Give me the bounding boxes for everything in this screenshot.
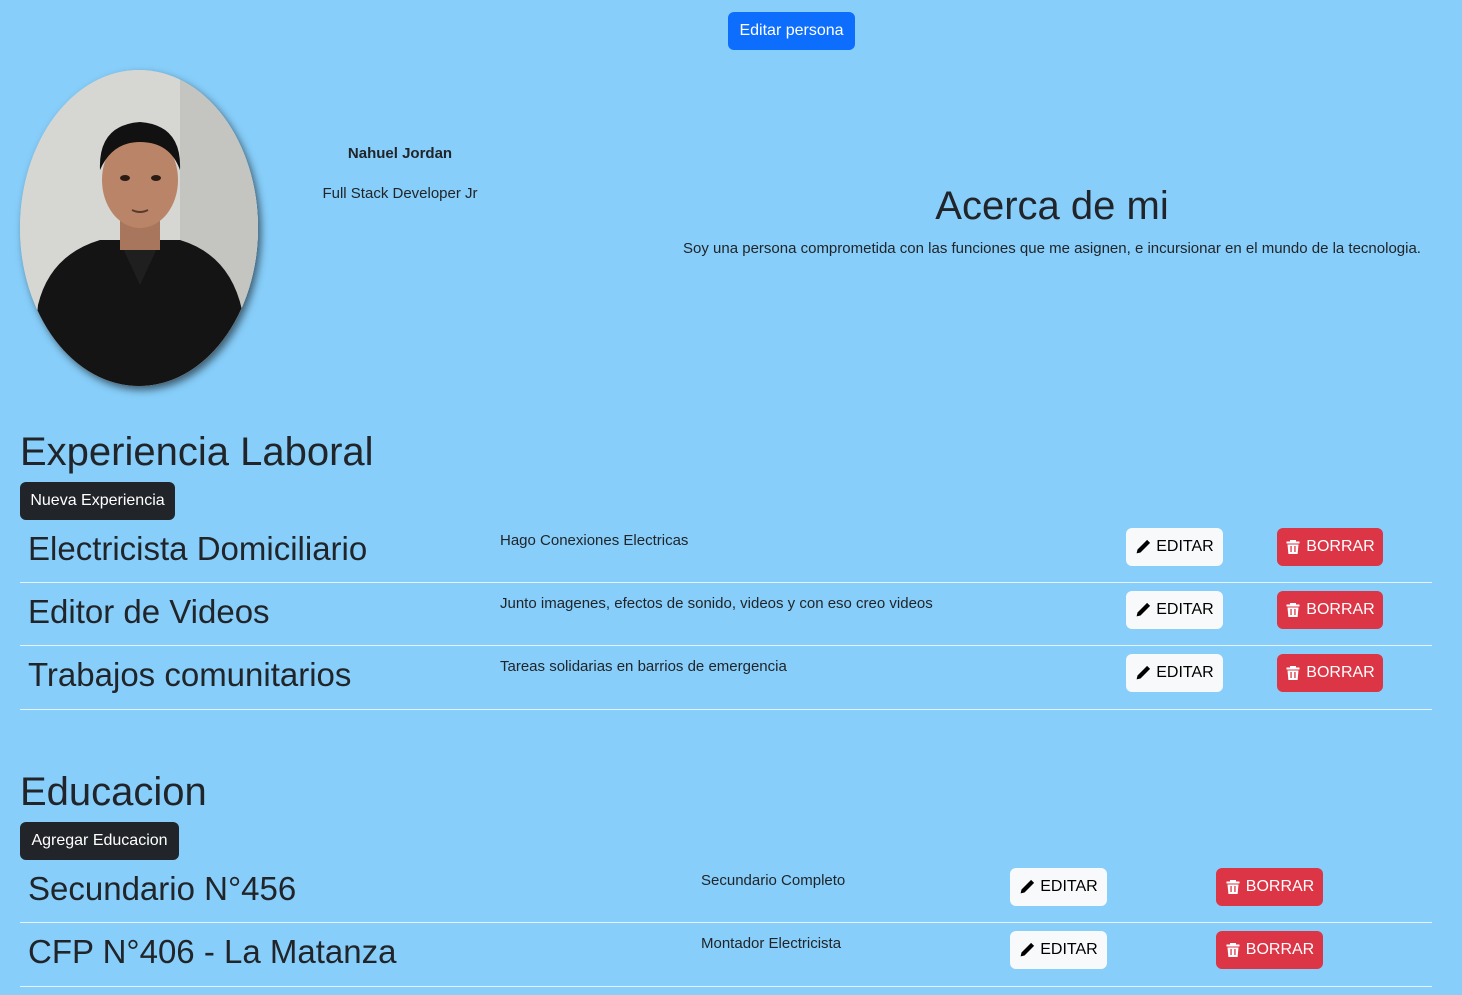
experience-heading: Experiencia Laboral [20,430,374,474]
row-divider [20,709,1432,710]
row-divider [20,986,1432,987]
row-divider [20,645,1432,646]
profile-title: Full Stack Developer Jr [322,185,478,202]
trash-icon [1285,602,1301,618]
education-description: Secundario Completo [701,872,846,889]
edit-education-button[interactable]: EDITAR [1010,868,1107,906]
experience-title: Electricista Domiciliario [28,530,368,567]
edit-label: EDITAR [1156,601,1214,618]
delete-label: BORRAR [1306,601,1375,618]
delete-education-button[interactable]: BORRAR [1216,931,1323,969]
experience-title: Editor de Videos [28,593,270,630]
pencil-icon [1135,602,1151,618]
row-divider [20,582,1432,583]
edit-experience-button[interactable]: EDITAR [1126,654,1223,692]
experience-title: Trabajos comunitarios [28,656,352,693]
pencil-icon [1019,942,1035,958]
edit-experience-button[interactable]: EDITAR [1126,528,1223,566]
row-divider [20,922,1432,923]
education-description: Montador Electricista [701,935,842,952]
delete-label: BORRAR [1245,941,1315,958]
edit-label: EDITAR [1156,664,1214,681]
pencil-icon [1135,665,1151,681]
edit-label: EDITAR [1040,878,1098,895]
edit-education-button[interactable]: EDITAR [1010,931,1107,969]
education-title: CFP N°406 - La Matanza [28,933,397,970]
trash-icon [1285,665,1301,681]
pencil-icon [1135,539,1151,555]
profile-photo [20,70,258,386]
experience-description: Tareas solidarias en barrios de emergenc… [500,658,787,675]
delete-label: BORRAR [1306,538,1375,555]
edit-experience-button[interactable]: EDITAR [1126,591,1223,629]
trash-icon [1225,879,1241,895]
edit-label: EDITAR [1040,941,1098,958]
delete-label: BORRAR [1306,664,1375,681]
edit-label: EDITAR [1156,538,1214,555]
experience-description: Junto imagenes, efectos de sonido, video… [500,595,933,612]
trash-icon [1285,539,1301,555]
delete-experience-button[interactable]: BORRAR [1277,528,1383,566]
edit-person-button[interactable]: Editar persona [728,12,855,50]
trash-icon [1225,942,1241,958]
about-text: Soy una persona comprometida con las fun… [683,240,1421,257]
delete-label: BORRAR [1245,878,1315,895]
experience-description: Hago Conexiones Electricas [500,532,689,549]
delete-experience-button[interactable]: BORRAR [1277,654,1383,692]
education-heading: Educacion [20,770,207,814]
delete-experience-button[interactable]: BORRAR [1277,591,1383,629]
pencil-icon [1019,879,1035,895]
education-title: Secundario N°456 [28,870,297,907]
new-experience-button[interactable]: Nueva Experiencia [20,482,175,520]
delete-education-button[interactable]: BORRAR [1216,868,1323,906]
add-education-button[interactable]: Agregar Educacion [20,822,179,860]
profile-name: Nahuel Jordan [347,145,453,162]
about-heading: Acerca de mi [935,184,1169,228]
